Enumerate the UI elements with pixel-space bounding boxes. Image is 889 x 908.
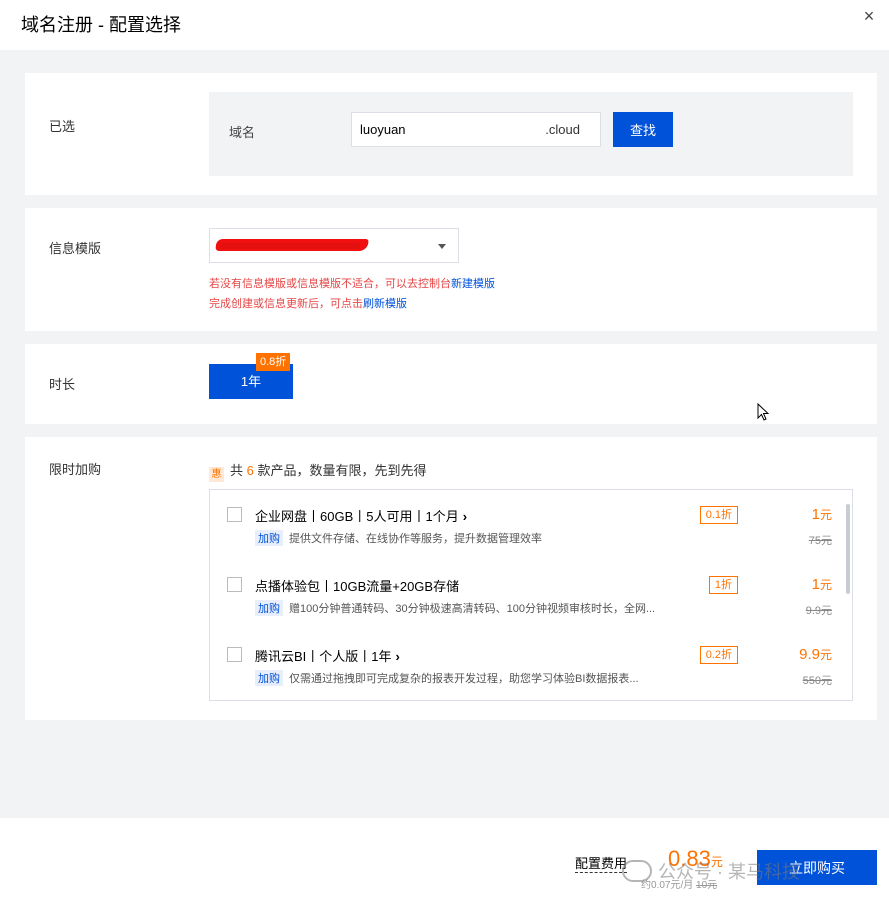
product-item: 腾讯云BI丨个人版丨1年 › 加购 仅需通过拖拽即可完成复杂的报表开发过程，助您学习… [210, 632, 840, 700]
product-price-value: 1 [811, 506, 820, 523]
product-price-value: 1 [811, 576, 820, 593]
product-list[interactable]: 企业网盘丨60GB丨5人可用丨1个月 › 加购 提供文件存储、在线协作等服务，提升数… [209, 489, 853, 701]
product-item: 点播体验包丨10GB流量+20GB存储 加购 赠100分钟普通转码、30分钟极速高… [210, 562, 840, 632]
product-desc-text: 仅需通过拖拽即可完成复杂的报表开发过程，助您学习体验BI数据报表... [289, 673, 639, 685]
domain-input-value: luoyuan [360, 122, 406, 137]
product-title-text: 点播体验包丨10GB流量+20GB存储 [255, 579, 460, 594]
chevron-right-icon: › [395, 649, 400, 664]
product-title-text: 腾讯云BI丨个人版丨1年 [255, 649, 392, 664]
product-price-unit: 元 [819, 578, 832, 592]
product-price-unit: 元 [819, 508, 832, 522]
product-discount: 0.2折 [699, 646, 738, 664]
template-label: 信息模版 [49, 241, 102, 256]
product-checkbox[interactable] [227, 577, 242, 592]
product-title[interactable]: 腾讯云BI丨个人版丨1年 › [255, 646, 400, 665]
addon-label: 限时加购 [49, 462, 102, 477]
new-template-link[interactable]: 新建模版 [451, 278, 495, 290]
template-section: 信息模版 若没有信息模版或信息模版不适合，可以去控制台新建模版 完成创建或信息更… [25, 208, 877, 331]
product-price-unit: 元 [819, 648, 832, 662]
template-tip-1: 若没有信息模版或信息模版不适合，可以去控制台新建模版 [209, 275, 495, 291]
product-checkbox[interactable] [227, 507, 242, 522]
product-discount: 0.1折 [699, 506, 738, 524]
product-original-price: 75元 [808, 535, 832, 547]
tip-text-2: 完成创建或信息更新后，可点击 [209, 298, 363, 310]
watermark: 公众号 · 某马科技 [622, 858, 800, 884]
watermark-text: 公众号 · 某马科技 [658, 862, 800, 882]
product-checkbox[interactable] [227, 647, 242, 662]
addon-badge: 加购 [255, 600, 283, 616]
selected-section: 已选 域名 luoyuan .cloud 查找 [25, 73, 877, 195]
promo-line: 惠共 6 款产品，数量有限，先到先得 [209, 460, 427, 482]
search-button[interactable]: 查找 [613, 112, 673, 147]
dialog-header: 域名注册 - 配置选择 × [0, 0, 889, 50]
fee-label[interactable]: 配置费用 [575, 853, 628, 873]
close-icon[interactable]: × [859, 6, 879, 26]
addon-badge: 加购 [255, 670, 283, 686]
redaction-mark-overlay [220, 243, 360, 249]
chevron-right-icon: › [462, 509, 468, 524]
domain-box: 域名 luoyuan .cloud 查找 [209, 92, 853, 176]
domain-suffix: .cloud [545, 122, 580, 137]
product-original-price: 9.9元 [805, 605, 832, 617]
promo-count: 6 [246, 463, 254, 478]
product-list-scrollbar[interactable] [846, 504, 850, 594]
domain-input[interactable]: luoyuan .cloud [351, 112, 601, 147]
product-desc-text: 赠100分钟普通转码、30分钟极速高清转码、100分钟视频审核时长，全网... [289, 603, 656, 615]
product-desc: 加购 赠100分钟普通转码、30分钟极速高清转码、100分钟视频审核时长，全网..… [255, 600, 655, 616]
product-original-price: 550元 [802, 675, 832, 687]
refresh-template-link[interactable]: 刷新模版 [363, 298, 407, 310]
discount-badge: 0.8折 [256, 353, 291, 371]
product-price: 1元 [812, 576, 832, 593]
selected-label: 已选 [49, 119, 76, 134]
tip-text-1: 若没有信息模版或信息模版不适合，可以去控制台 [209, 278, 451, 290]
promo-icon: 惠 [209, 467, 224, 482]
product-price-value: 9.9 [799, 646, 820, 663]
template-tip-2: 完成创建或信息更新后，可点击刷新模版 [209, 295, 407, 311]
config-dialog: 域名注册 - 配置选择 × 已选 域名 luoyuan .cloud 查找 信息… [0, 0, 889, 908]
duration-section: 时长 1年 0.8折 [25, 344, 877, 424]
product-price: 9.9元 [799, 646, 832, 663]
duration-label: 时长 [49, 377, 76, 392]
product-discount: 1折 [708, 576, 738, 594]
product-item: 企业网盘丨60GB丨5人可用丨1个月 › 加购 提供文件存储、在线协作等服务，提升数… [210, 492, 840, 562]
product-title-text: 企业网盘丨60GB丨5人可用丨1个月 [255, 509, 459, 524]
product-desc-text: 提供文件存储、在线协作等服务，提升数据管理效率 [289, 533, 542, 545]
wechat-icon [622, 860, 652, 882]
promo-suffix: 款产品，数量有限，先到先得 [257, 463, 427, 478]
mouse-cursor-icon [757, 403, 770, 421]
dialog-title: 域名注册 - 配置选择 [21, 15, 181, 35]
promo-prefix: 共 [230, 463, 244, 478]
addon-section: 限时加购 惠共 6 款产品，数量有限，先到先得 企业网盘丨60GB丨5人可用丨1… [25, 437, 877, 720]
domain-label: 域名 [229, 125, 256, 140]
product-price: 1元 [812, 506, 832, 523]
template-select[interactable] [209, 228, 459, 263]
product-desc: 加购 仅需通过拖拽即可完成复杂的报表开发过程，助您学习体验BI数据报表... [255, 670, 639, 686]
addon-badge: 加购 [255, 530, 283, 546]
product-title[interactable]: 企业网盘丨60GB丨5人可用丨1个月 › [255, 506, 467, 525]
product-desc: 加购 提供文件存储、在线协作等服务，提升数据管理效率 [255, 530, 542, 546]
caret-down-icon [438, 244, 446, 249]
product-title: 点播体验包丨10GB流量+20GB存储 [255, 576, 459, 595]
